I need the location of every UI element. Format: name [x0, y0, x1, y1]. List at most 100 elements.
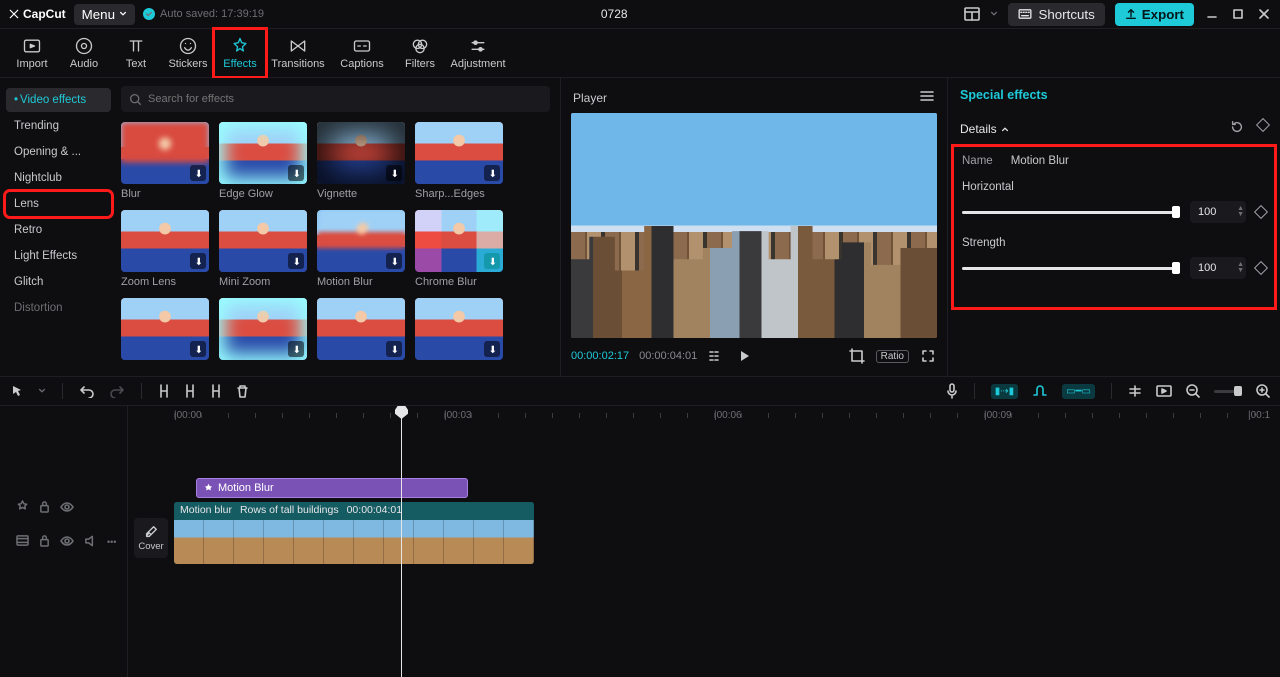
- category-nightclub[interactable]: Nightclub: [6, 166, 111, 190]
- category-light-effects[interactable]: Light Effects: [6, 244, 111, 268]
- cover-button[interactable]: Cover: [134, 518, 168, 558]
- keyframe-icon[interactable]: [1256, 118, 1270, 132]
- effect-item[interactable]: ⬇Motion Blur: [317, 210, 405, 288]
- tab-transitions[interactable]: Transitions: [266, 29, 330, 77]
- category-opening[interactable]: Opening & ...: [6, 140, 111, 164]
- download-icon[interactable]: ⬇: [489, 169, 497, 180]
- effect-item[interactable]: ⬇Blur: [121, 122, 209, 200]
- param-slider[interactable]: [962, 211, 1180, 214]
- download-icon[interactable]: ⬇: [489, 345, 497, 356]
- eye-icon[interactable]: [60, 501, 74, 515]
- download-icon[interactable]: ⬇: [391, 169, 399, 180]
- effect-item[interactable]: ⬇Vignette: [317, 122, 405, 200]
- tab-stickers[interactable]: Stickers: [162, 29, 214, 77]
- link-icon[interactable]: ▭━▭: [1062, 384, 1095, 399]
- mic-icon[interactable]: [946, 383, 958, 399]
- shortcuts-button[interactable]: Shortcuts: [1008, 3, 1104, 26]
- more-icon[interactable]: •••: [107, 537, 116, 547]
- tab-effects[interactable]: Effects: [214, 29, 266, 77]
- download-icon[interactable]: ⬇: [195, 169, 203, 180]
- ratio-button[interactable]: Ratio: [876, 350, 909, 363]
- mute-icon[interactable]: [84, 535, 97, 550]
- param-slider[interactable]: [962, 267, 1180, 270]
- download-icon[interactable]: ⬇: [293, 169, 301, 180]
- player-viewport[interactable]: [571, 113, 937, 338]
- effect-item[interactable]: ⬇Chrome Blur: [415, 210, 503, 288]
- download-icon[interactable]: ⬇: [391, 257, 399, 268]
- snap-icon[interactable]: [1032, 385, 1048, 397]
- param-label: Strength: [962, 237, 1266, 249]
- fx-clip[interactable]: Motion Blur: [196, 478, 468, 498]
- effect-item[interactable]: ⬇: [219, 298, 307, 364]
- category-lens[interactable]: Lens: [6, 192, 111, 216]
- download-icon[interactable]: ⬇: [293, 257, 301, 268]
- download-icon[interactable]: ⬇: [195, 345, 203, 356]
- close-icon[interactable]: [1256, 8, 1272, 20]
- menu-button[interactable]: Menu: [74, 4, 135, 25]
- layout-icon[interactable]: [964, 7, 980, 21]
- zoom-slider[interactable]: [1214, 390, 1242, 393]
- zoom-out-icon[interactable]: [1186, 384, 1200, 398]
- download-icon[interactable]: ⬇: [195, 257, 203, 268]
- effect-item[interactable]: ⬇: [317, 298, 405, 364]
- undo-icon[interactable]: [79, 384, 95, 398]
- preview-icon[interactable]: [1156, 385, 1172, 397]
- tab-text[interactable]: Text: [110, 29, 162, 77]
- split-icon[interactable]: [158, 384, 170, 398]
- player-menu-icon[interactable]: [919, 90, 935, 105]
- timeline-ruler[interactable]: |00:00|00:03|00:06|00:09|00:1: [128, 406, 1280, 428]
- keyframe-icon[interactable]: [1254, 205, 1268, 219]
- details-heading[interactable]: Details: [960, 122, 1009, 136]
- delete-icon[interactable]: [236, 384, 249, 398]
- timeline-tracks[interactable]: |00:00|00:03|00:06|00:09|00:1 Cover Moti…: [128, 406, 1280, 677]
- tab-import[interactable]: Import: [6, 29, 58, 77]
- video-clip[interactable]: Motion blur Rows of tall buildings 00:00…: [174, 502, 534, 564]
- effect-item[interactable]: ⬇ Zoom Lens: [121, 210, 209, 288]
- category-video-effects[interactable]: Video effects: [6, 88, 111, 112]
- eye-icon[interactable]: [60, 535, 74, 549]
- fullscreen-icon[interactable]: [919, 349, 937, 363]
- effect-item[interactable]: ⬇: [121, 298, 209, 364]
- effect-label: Zoom Lens: [121, 276, 209, 288]
- param-value-input[interactable]: 100▲▼: [1190, 257, 1246, 279]
- lock-icon[interactable]: [39, 534, 50, 550]
- effects-search-input[interactable]: [148, 93, 542, 105]
- play-icon[interactable]: [735, 349, 753, 363]
- effect-item[interactable]: ⬇Edge Glow: [219, 122, 307, 200]
- tab-captions[interactable]: Captions: [330, 29, 394, 77]
- trim-right-icon[interactable]: [210, 384, 222, 398]
- tab-audio[interactable]: Audio: [58, 29, 110, 77]
- effect-item[interactable]: ⬇: [415, 298, 503, 364]
- download-icon[interactable]: ⬇: [489, 257, 497, 268]
- download-icon[interactable]: ⬇: [293, 345, 301, 356]
- zoom-in-icon[interactable]: [1256, 384, 1270, 398]
- keyframe-icon[interactable]: [1254, 261, 1268, 275]
- playhead[interactable]: [401, 406, 402, 677]
- category-trending[interactable]: Trending: [6, 114, 111, 138]
- video-track-icon[interactable]: [16, 535, 29, 549]
- effect-item[interactable]: ⬇Mini Zoom: [219, 210, 307, 288]
- tab-adjustment[interactable]: Adjustment: [446, 29, 510, 77]
- export-button[interactable]: Export: [1115, 3, 1194, 26]
- category-glitch[interactable]: Glitch: [6, 270, 111, 294]
- effect-track-icon[interactable]: [16, 500, 29, 516]
- magnet-icon[interactable]: ▮⇢▮: [991, 384, 1018, 399]
- list-icon[interactable]: [707, 350, 725, 362]
- lock-icon[interactable]: [39, 500, 50, 516]
- download-icon[interactable]: ⬇: [391, 345, 399, 356]
- minimize-icon[interactable]: [1204, 8, 1220, 20]
- align-icon[interactable]: [1128, 385, 1142, 397]
- crop-icon[interactable]: [848, 348, 866, 364]
- effect-item[interactable]: ⬇Sharp...Edges: [415, 122, 503, 200]
- player-controls: 00:00:02:17 00:00:04:01 Ratio: [571, 338, 937, 368]
- category-retro[interactable]: Retro: [6, 218, 111, 242]
- maximize-icon[interactable]: [1230, 8, 1246, 20]
- pointer-tool-icon[interactable]: [10, 384, 24, 398]
- redo-icon[interactable]: [109, 384, 125, 398]
- effects-search[interactable]: [121, 86, 550, 112]
- tab-filters[interactable]: Filters: [394, 29, 446, 77]
- trim-left-icon[interactable]: [184, 384, 196, 398]
- category-distortion[interactable]: Distortion: [6, 296, 111, 320]
- param-value-input[interactable]: 100▲▼: [1190, 201, 1246, 223]
- reset-icon[interactable]: [1230, 120, 1244, 137]
